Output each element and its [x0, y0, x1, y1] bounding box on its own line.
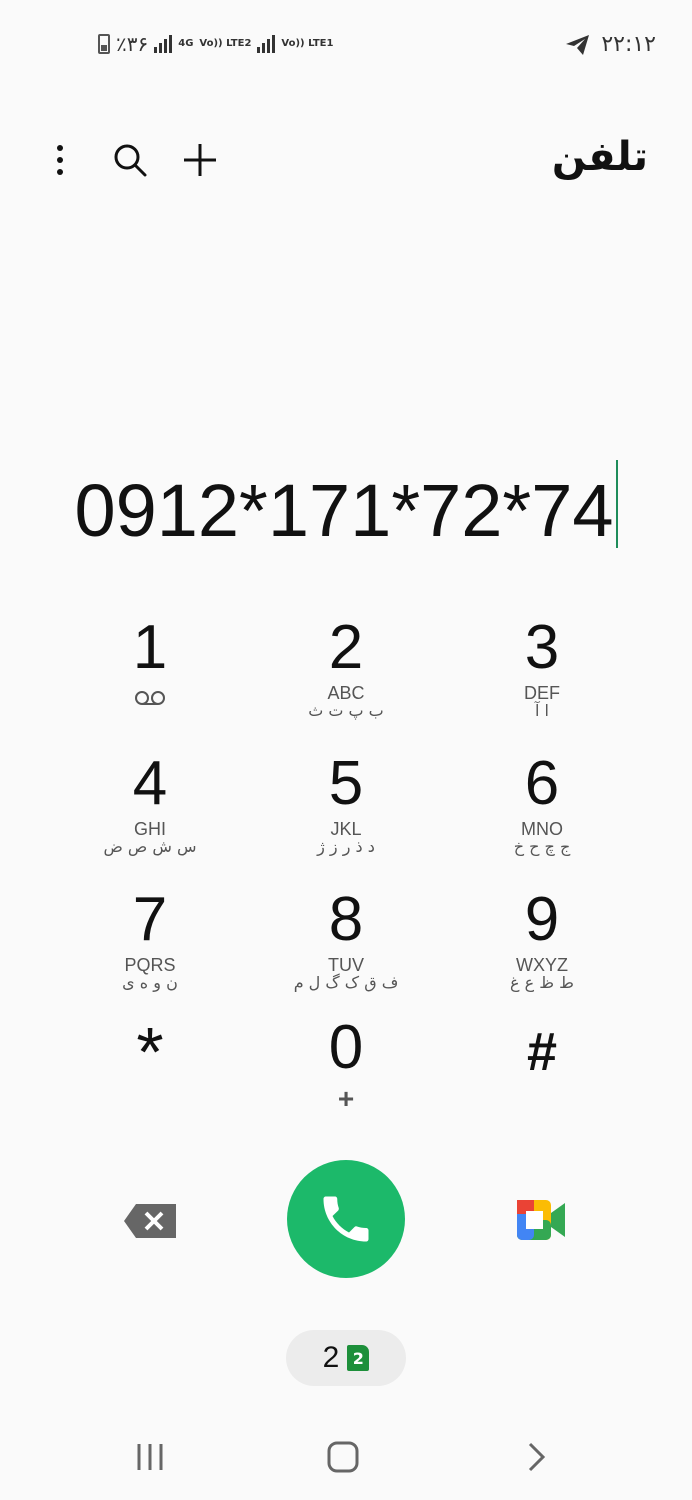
- key-persian-letters: ب پ ت ث: [308, 701, 384, 720]
- signal-icon: [257, 35, 276, 53]
- key-letters: ABC: [327, 683, 365, 703]
- search-icon[interactable]: [112, 138, 148, 182]
- key-digit: 1: [132, 613, 168, 682]
- key-digit: 3: [524, 613, 560, 682]
- dialed-number-field[interactable]: 0912*171*72*74: [0, 460, 692, 560]
- network-4g: 4G: [178, 38, 194, 49]
- key-digit: 7: [132, 885, 168, 954]
- key-plus: +: [337, 1083, 355, 1114]
- key-3[interactable]: 3 DEF ا آ: [444, 612, 640, 742]
- key-letters: MNO: [521, 819, 563, 839]
- key-persian-letters: ف ق ک گ ل م: [293, 973, 399, 992]
- key-0[interactable]: 0 +: [248, 1012, 444, 1142]
- key-letters: JKL: [330, 819, 362, 839]
- key-persian-letters: ا آ: [535, 701, 549, 720]
- key-digit: 2: [328, 613, 364, 682]
- sim-selector[interactable]: 2 2: [286, 1330, 406, 1386]
- signal-icon: [154, 35, 173, 53]
- key-digit: *: [136, 1013, 164, 1091]
- key-digit: 4: [132, 749, 168, 818]
- call-icon: [323, 1196, 369, 1242]
- key-persian-letters: د ذ ر ز ژ: [317, 837, 375, 856]
- key-persian-letters: س ش ص ض: [103, 837, 197, 856]
- network-lte1: Vo)) LTE1: [281, 38, 334, 49]
- key-digit: 6: [524, 749, 560, 818]
- key-7[interactable]: 7 PQRS ن و ه ی: [52, 884, 248, 1014]
- key-letters: GHI: [133, 819, 166, 839]
- battery-level: ٪۳۶: [116, 32, 149, 56]
- sim-number: 2: [322, 1341, 340, 1374]
- video-meet-icon[interactable]: [517, 1200, 565, 1244]
- back-icon[interactable]: [524, 1440, 548, 1478]
- page-title: تلفن: [551, 134, 648, 180]
- key-2[interactable]: 2 ABC ب پ ت ث: [248, 612, 444, 742]
- key-1[interactable]: 1: [52, 612, 248, 742]
- key-persian-letters: ن و ه ی: [122, 973, 178, 992]
- key-4[interactable]: 4 GHI س ش ص ض: [52, 748, 248, 878]
- key-digit: 0: [328, 1013, 364, 1082]
- key-star[interactable]: *: [52, 1012, 248, 1142]
- key-digit: 5: [328, 749, 364, 818]
- dialer-actions: [0, 1160, 692, 1280]
- status-left: ٪۳۶ 4G Vo)) LTE2 Vo)) LTE1: [98, 32, 333, 56]
- key-letters: DEF: [524, 683, 560, 703]
- system-nav-bar: [0, 1420, 692, 1500]
- header-actions: [42, 138, 218, 182]
- status-bar: ٪۳۶ 4G Vo)) LTE2 Vo)) LTE1 ۲۲:۱۲: [0, 0, 692, 90]
- key-digit: 8: [328, 885, 364, 954]
- network-lte2: Vo)) LTE2: [199, 38, 252, 49]
- key-letters: PQRS: [124, 955, 176, 975]
- key-persian-letters: ط ظ ع غ: [510, 973, 574, 992]
- clock: ۲۲:۱۲: [601, 32, 656, 57]
- key-digit: 9: [524, 885, 560, 954]
- app-header: تلفن: [0, 120, 692, 200]
- key-hash[interactable]: #: [444, 1012, 640, 1142]
- key-letters: WXYZ: [516, 955, 568, 975]
- home-icon[interactable]: [326, 1440, 360, 1478]
- text-cursor: [615, 460, 618, 548]
- key-6[interactable]: 6 MNO ج چ ح خ: [444, 748, 640, 878]
- key-9[interactable]: 9 WXYZ ط ظ ع غ: [444, 884, 640, 1014]
- key-digit: #: [526, 1022, 558, 1082]
- sim-card-icon: 2: [347, 1345, 370, 1371]
- key-letters: TUV: [328, 955, 364, 975]
- battery-icon: [98, 34, 110, 54]
- more-options-icon[interactable]: [42, 138, 78, 182]
- voicemail-icon: [135, 691, 165, 705]
- dialed-number: 0912*171*72*74: [74, 469, 614, 552]
- recent-apps-icon[interactable]: [134, 1440, 166, 1478]
- key-5[interactable]: 5 JKL د ذ ر ز ژ: [248, 748, 444, 878]
- call-button[interactable]: [287, 1160, 405, 1278]
- status-right: ۲۲:۱۲: [565, 32, 656, 57]
- key-persian-letters: ج چ ح خ: [513, 837, 571, 856]
- key-8[interactable]: 8 TUV ف ق ک گ ل م: [248, 884, 444, 1014]
- backspace-icon[interactable]: [124, 1204, 176, 1242]
- telegram-icon: [566, 34, 590, 55]
- add-icon[interactable]: [182, 138, 218, 182]
